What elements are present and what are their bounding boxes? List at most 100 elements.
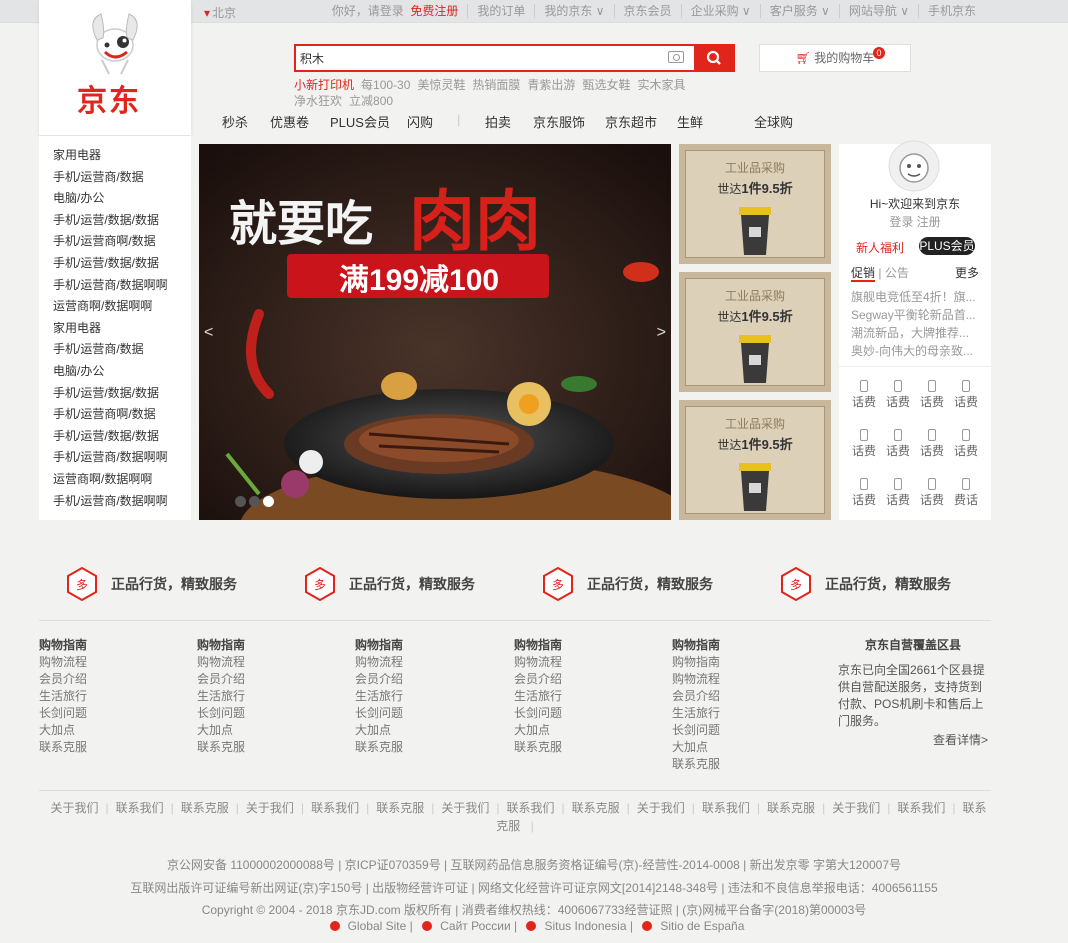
nav-item[interactable]: 全球购: [754, 112, 793, 131]
top-nav-myjd[interactable]: 我的京东 ∨: [534, 4, 613, 18]
new-user-benefit-button[interactable]: 新人福利: [856, 239, 904, 256]
category-item[interactable]: 手机/运营商/数据: [39, 167, 191, 189]
coverage-more-link[interactable]: 查看详情>: [838, 732, 988, 749]
more-link[interactable]: 更多: [955, 264, 979, 281]
login-prompt[interactable]: 你好，请登录 免费注册: [323, 4, 468, 18]
footer-link[interactable]: 购物流程: [39, 654, 87, 671]
ad-card[interactable]: 工业品采购 世达1件9.5折: [679, 272, 831, 392]
footer-link[interactable]: 大加点: [197, 722, 245, 739]
ad-card[interactable]: 工业品采购 世达1件9.5折: [679, 400, 831, 520]
footer-link[interactable]: 购物流程: [514, 654, 562, 671]
footer-link[interactable]: 大加点: [39, 722, 87, 739]
category-item[interactable]: 手机/运营商/数据: [39, 339, 191, 361]
footer-link[interactable]: 大加点: [514, 722, 562, 739]
hero-banner[interactable]: 就要吃 肉肉 满199减100 < >: [199, 144, 671, 520]
footer-link[interactable]: 长剑问题: [672, 722, 720, 739]
nav-item[interactable]: 京东超市: [605, 112, 677, 131]
category-item[interactable]: 手机/运营商/数据啊啊: [39, 491, 191, 513]
avatar[interactable]: [888, 140, 940, 192]
service-item[interactable]: 话费: [949, 429, 983, 458]
nav-item[interactable]: 拍卖: [485, 112, 533, 131]
top-nav-orders[interactable]: 我的订单: [467, 4, 534, 18]
news-item[interactable]: 奥妙-向伟大的母亲致...: [851, 342, 981, 360]
carousel-dot-active[interactable]: [263, 496, 274, 507]
footer-link[interactable]: 会员介绍: [197, 671, 245, 688]
nav-item[interactable]: PLUS会员: [330, 112, 407, 131]
ad-card[interactable]: 工业品采购 世达1件9.5折: [679, 144, 831, 264]
hot-word[interactable]: 甄选女鞋: [582, 78, 630, 92]
category-item[interactable]: 电脑/办公: [39, 361, 191, 383]
category-item[interactable]: 家用电器: [39, 145, 191, 167]
footer-link[interactable]: 联系克服: [514, 739, 562, 756]
bottom-link[interactable]: 联系我们: [499, 801, 561, 815]
search-input[interactable]: [296, 46, 656, 70]
footer-link[interactable]: 联系克服: [672, 756, 720, 773]
top-nav-sitemap[interactable]: 网站导航 ∨: [838, 4, 918, 18]
service-item[interactable]: 费话: [949, 478, 983, 507]
footer-link[interactable]: 长剑问题: [197, 705, 245, 722]
service-item[interactable]: 话费: [915, 380, 949, 409]
footer-link[interactable]: 联系克服: [197, 739, 245, 756]
service-item[interactable]: 话费: [915, 478, 949, 507]
bottom-link[interactable]: 联系克服: [174, 801, 236, 815]
camera-icon[interactable]: [668, 51, 684, 63]
intl-site-link[interactable]: Global Site: [348, 919, 407, 933]
bottom-link[interactable]: 关于我们: [630, 801, 692, 815]
service-item[interactable]: 话费: [847, 478, 881, 507]
category-item[interactable]: 手机/运营/数据/数据: [39, 210, 191, 232]
nav-item[interactable]: 秒杀: [222, 112, 270, 131]
banner-next-arrow-icon[interactable]: >: [657, 324, 666, 342]
footer-link[interactable]: 长剑问题: [355, 705, 403, 722]
service-item[interactable]: 话费: [949, 380, 983, 409]
category-item[interactable]: 运营商啊/数据啊啊: [39, 296, 191, 318]
footer-link[interactable]: 购物流程: [197, 654, 245, 671]
hot-word[interactable]: 青紫出游: [527, 78, 575, 92]
footer-link[interactable]: 生活旅行: [355, 688, 403, 705]
register-link[interactable]: 免费注册: [410, 4, 458, 18]
nav-item[interactable]: 生鲜: [677, 112, 754, 131]
hot-word[interactable]: 美惊灵鞋: [417, 78, 465, 92]
cart-button[interactable]: 🛒︎ 我的购物车 0: [759, 44, 911, 72]
hot-word[interactable]: 实木家具: [637, 78, 685, 92]
service-item[interactable]: 话费: [915, 429, 949, 458]
category-item[interactable]: 手机/运营商啊/数据: [39, 231, 191, 253]
top-nav-service[interactable]: 客户服务 ∨: [759, 4, 839, 18]
location-selector[interactable]: ▾ 北京: [204, 4, 236, 21]
carousel-dot[interactable]: [235, 496, 246, 507]
top-nav-mobile[interactable]: 手机京东: [917, 4, 985, 18]
footer-link[interactable]: 购物流程: [672, 671, 720, 688]
category-item[interactable]: 手机/运营商啊/数据: [39, 404, 191, 426]
service-item[interactable]: 话费: [847, 380, 881, 409]
plus-member-button[interactable]: PLUS会员: [919, 237, 975, 255]
hot-word-highlight[interactable]: 小新打印机: [294, 78, 354, 92]
bottom-link[interactable]: 联系我们: [304, 801, 366, 815]
panel-register-link[interactable]: 注册: [917, 215, 941, 229]
footer-link[interactable]: 购物指南: [672, 654, 720, 671]
hot-word[interactable]: 热销面膜: [472, 78, 520, 92]
bottom-link[interactable]: 联系我们: [890, 801, 952, 815]
footer-link[interactable]: 联系克服: [355, 739, 403, 756]
service-item[interactable]: 话费: [847, 429, 881, 458]
footer-link[interactable]: 生活旅行: [514, 688, 562, 705]
nav-item[interactable]: 京东服饰: [533, 112, 605, 131]
service-item[interactable]: 话费: [881, 478, 915, 507]
intl-site-link[interactable]: Situs Indonesia: [544, 919, 626, 933]
footer-link[interactable]: 会员介绍: [355, 671, 403, 688]
category-item[interactable]: 手机/运营/数据/数据: [39, 383, 191, 405]
hot-word[interactable]: 净水狂欢: [294, 94, 342, 108]
footer-link[interactable]: 生活旅行: [672, 705, 720, 722]
panel-login-link[interactable]: 登录: [889, 215, 913, 229]
category-item[interactable]: 手机/运营/数据/数据: [39, 253, 191, 275]
news-item[interactable]: 潮流新品，大牌推荐...: [851, 324, 981, 342]
intl-site-link[interactable]: Sitio de España: [660, 919, 744, 933]
hot-word[interactable]: 立减800: [349, 94, 393, 108]
bottom-link[interactable]: 联系我们: [695, 801, 757, 815]
nav-item[interactable]: 闪购: [407, 112, 457, 131]
tab-notice[interactable]: 公告: [885, 266, 909, 280]
bottom-link[interactable]: 联系克服: [760, 801, 822, 815]
footer-link[interactable]: 生活旅行: [39, 688, 87, 705]
category-item[interactable]: 手机/运营商/数据啊啊: [39, 275, 191, 297]
intl-site-link[interactable]: Сайт России: [440, 919, 511, 933]
footer-link[interactable]: 生活旅行: [197, 688, 245, 705]
top-nav-member[interactable]: 京东会员: [613, 4, 681, 18]
